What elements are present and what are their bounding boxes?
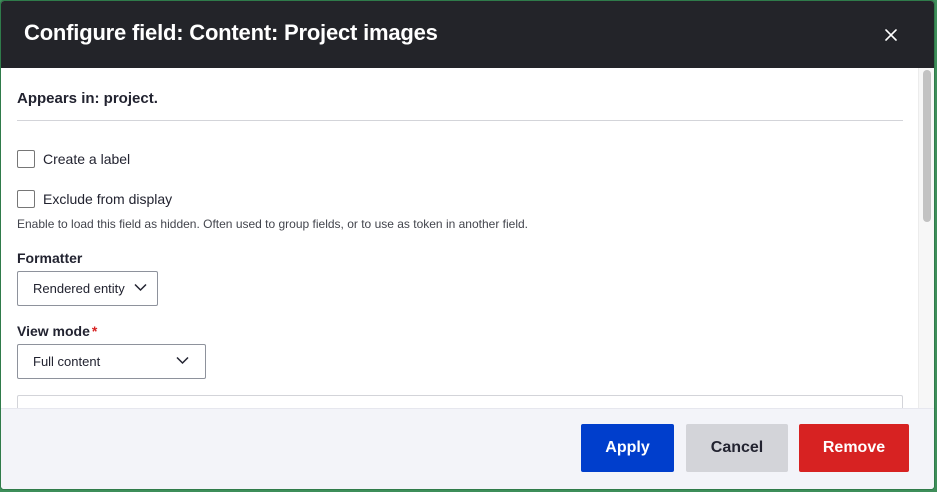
chevron-down-icon: [176, 356, 189, 365]
required-marker: *: [91, 323, 98, 339]
dialog-footer: Apply Cancel Remove: [1, 408, 934, 489]
chevron-down-icon: [134, 283, 147, 292]
dialog-titlebar: Configure field: Content: Project images: [1, 1, 934, 68]
exclude-from-display-text: Exclude from display: [43, 191, 173, 207]
divider: [17, 120, 903, 121]
create-label-row: Create a label: [17, 150, 130, 168]
dialog-title: Configure field: Content: Project images: [24, 20, 438, 45]
close-icon: [885, 29, 897, 41]
formatter-select[interactable]: Rendered entity: [17, 271, 158, 306]
dialog-content: Appears in: project. Create a label Excl…: [1, 68, 919, 408]
configure-field-dialog: Configure field: Content: Project images…: [0, 0, 935, 490]
exclude-from-display-checkbox[interactable]: [17, 190, 35, 208]
exclude-from-display-row: Exclude from display: [17, 190, 172, 208]
appears-in-text: Appears in: project.: [17, 90, 158, 107]
exclude-help-text: Enable to load this field as hidden. Oft…: [17, 217, 528, 231]
create-label-text: Create a label: [43, 151, 131, 167]
settings-fieldset: [17, 395, 903, 408]
formatter-value: Rendered entity: [33, 281, 125, 296]
formatter-label: Formatter: [17, 250, 83, 266]
scrollbar-thumb[interactable]: [923, 70, 931, 222]
cancel-button[interactable]: Cancel: [686, 424, 788, 472]
content-scrollbar[interactable]: [918, 68, 934, 408]
view-mode-select[interactable]: Full content: [17, 344, 206, 379]
view-mode-value: Full content: [33, 354, 101, 369]
create-label-checkbox[interactable]: [17, 150, 35, 168]
apply-button[interactable]: Apply: [581, 424, 674, 472]
remove-button[interactable]: Remove: [799, 424, 909, 472]
view-mode-label-text: View mode: [17, 323, 90, 339]
view-mode-label: View mode *: [17, 323, 97, 339]
close-button[interactable]: [878, 22, 904, 48]
